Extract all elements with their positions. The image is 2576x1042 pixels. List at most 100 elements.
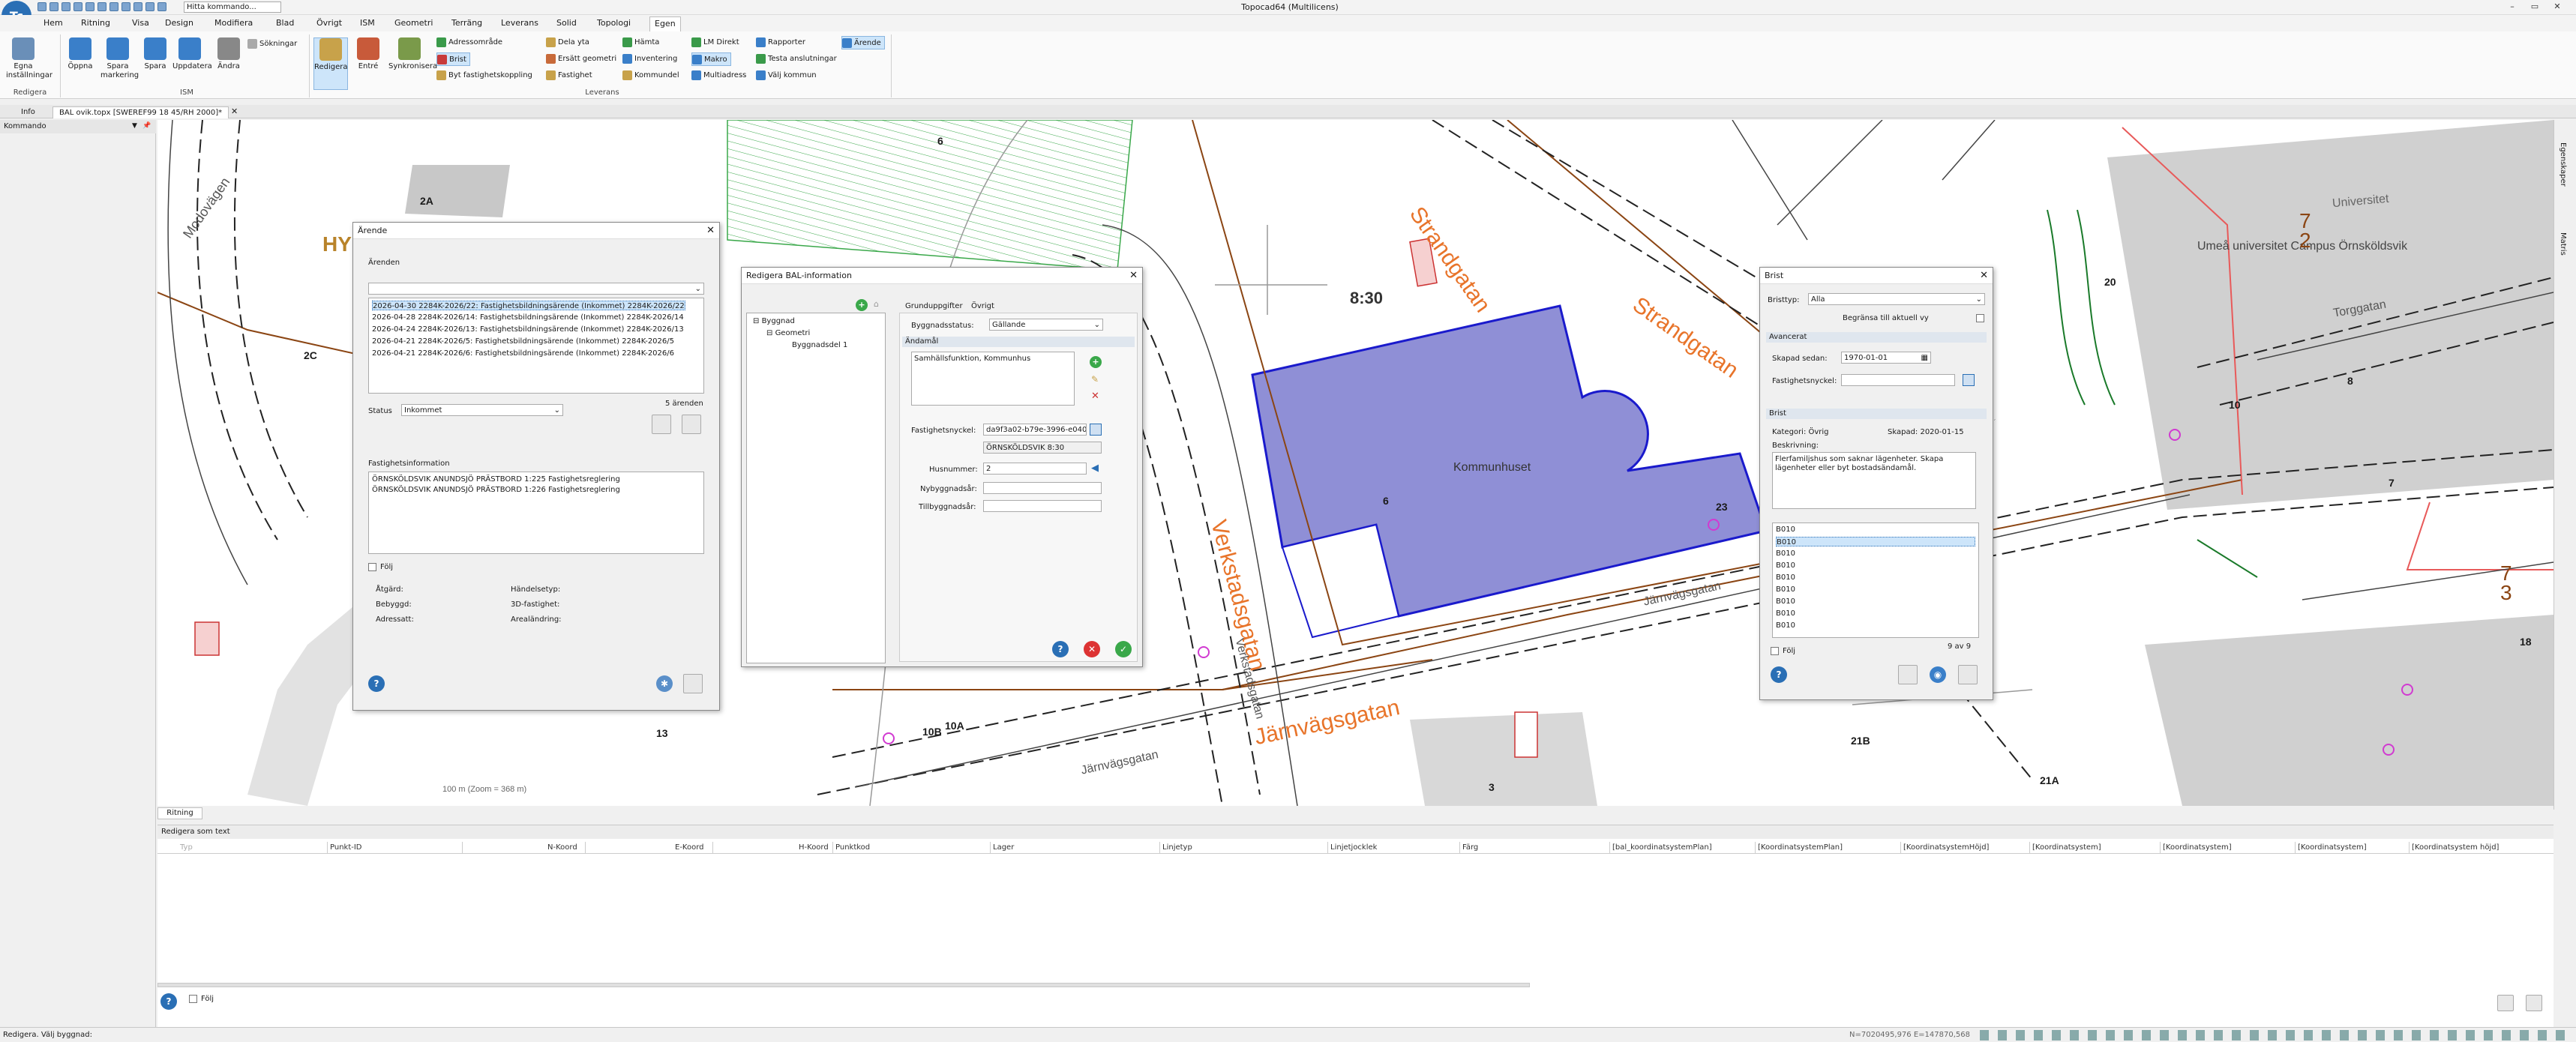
column-header[interactable]: N-Koord — [547, 843, 577, 852]
fastighet-button[interactable]: Fastighet — [546, 69, 592, 82]
menu-terrang[interactable]: Terräng — [451, 18, 482, 28]
help-icon[interactable]: ? — [1052, 641, 1069, 657]
column-header[interactable]: [KoordinatsystemHöjd] — [1903, 843, 1989, 852]
export-icon[interactable] — [2497, 995, 2514, 1011]
pan-icon[interactable] — [121, 2, 130, 11]
tree-item-byggnadsdel[interactable]: Byggnadsdel 1 — [792, 340, 847, 350]
list-item[interactable]: B010 — [1776, 549, 1795, 558]
menu-modifiera[interactable]: Modifiera — [214, 18, 253, 28]
status-select[interactable]: Inkommet ⌄ — [401, 404, 563, 416]
valj-kommun-button[interactable]: Välj kommun — [756, 69, 817, 82]
byt-fastighetskoppling-button[interactable]: Byt fastighetskoppling — [436, 69, 532, 82]
list-item[interactable]: B010 — [1776, 573, 1795, 582]
bal-tree[interactable]: ⊟ Byggnad ⊟ Geometri Byggnadsdel 1 — [746, 313, 886, 663]
lm-direkt-button[interactable]: LM Direkt — [691, 36, 739, 49]
tab-ovrigt[interactable]: Övrigt — [971, 302, 994, 310]
egna-installningar-button[interactable]: Egna inställningar — [6, 37, 52, 90]
list-item[interactable]: 2026-04-24 2284K-2026/13: Fastighetsbild… — [372, 325, 684, 334]
command-search-input[interactable]: Hitta kommando... — [184, 1, 281, 13]
menu-blad[interactable]: Blad — [276, 18, 294, 28]
menu-hem[interactable]: Hem — [43, 18, 63, 28]
redo-icon[interactable] — [97, 2, 106, 11]
column-header[interactable]: E-Koord — [675, 843, 704, 852]
new-icon[interactable] — [37, 2, 46, 11]
adressomrade-button[interactable]: Adressområde — [436, 36, 502, 49]
husnummer-field[interactable]: 2 — [983, 463, 1087, 475]
list-item[interactable]: B010 — [1776, 621, 1795, 630]
download-icon[interactable] — [1898, 665, 1918, 684]
folj-checkbox[interactable] — [1771, 647, 1779, 655]
help-icon[interactable]: ? — [160, 993, 177, 1010]
column-header[interactable]: [Koordinatsystem] — [2298, 843, 2367, 852]
save-icon[interactable] — [682, 415, 701, 434]
dela-yta-button[interactable]: Dela yta — [546, 36, 589, 49]
column-header[interactable]: [Koordinatsystem] — [2163, 843, 2232, 852]
column-header[interactable]: Linjetjocklek — [1330, 843, 1377, 852]
menu-design[interactable]: Design — [165, 18, 193, 28]
save-icon[interactable] — [61, 2, 70, 11]
list-item[interactable]: B010 — [1776, 585, 1795, 594]
cancel-icon[interactable]: ✕ — [1084, 641, 1100, 657]
snap-icon[interactable] — [145, 2, 154, 11]
tab-egenskaper[interactable]: Egenskaper — [2559, 142, 2567, 187]
email-icon[interactable] — [652, 415, 671, 434]
menu-topologi[interactable]: Topologi — [597, 18, 631, 28]
snap-toolbar[interactable] — [1980, 1030, 2565, 1041]
skapad-sedan-field[interactable]: 1970-01-01 ▦ — [1841, 352, 1931, 364]
layer-icon[interactable] — [133, 2, 142, 11]
begransa-checkbox[interactable] — [1976, 314, 1984, 322]
help-icon[interactable] — [157, 2, 166, 11]
column-header[interactable]: Färg — [1462, 843, 1478, 852]
spara-button[interactable]: Spara — [138, 37, 172, 90]
inventering-button[interactable]: Inventering — [622, 52, 677, 66]
fastighet-list[interactable]: ÖRNSKÖLDSVIK ANUNDSJÖ PRÄSTBORD 1:225 Fa… — [368, 472, 704, 554]
beskrivning-field[interactable]: Flerfamiljshus som saknar lägenheter. Sk… — [1772, 452, 1976, 509]
delete-icon[interactable]: ✕ — [1091, 391, 1099, 402]
folj-checkbox[interactable] — [189, 995, 197, 1003]
list-item[interactable]: B010 — [1776, 525, 1795, 534]
maximize-icon[interactable]: ▭ — [2527, 1, 2542, 12]
close-tab-icon[interactable]: ✕ — [231, 106, 238, 116]
kommundel-button[interactable]: Kommundel — [622, 69, 679, 82]
list-item[interactable]: B010 — [1776, 597, 1795, 606]
rapporter-button[interactable]: Rapporter — [756, 36, 805, 49]
column-header[interactable]: Lager — [993, 843, 1014, 852]
list-item[interactable]: B010 — [1776, 537, 1975, 546]
column-header[interactable]: Punkt-ID — [330, 843, 362, 852]
folj-checkbox[interactable] — [368, 563, 376, 571]
andra-button[interactable]: Ändra — [211, 37, 246, 90]
menu-ritning[interactable]: Ritning — [81, 18, 110, 28]
link-icon[interactable]: ⌂ — [874, 299, 886, 311]
column-header[interactable]: Linjetyp — [1162, 843, 1192, 852]
column-header[interactable]: [Koordinatsystem höjd] — [2412, 843, 2499, 852]
fastighetsnyckel-field[interactable]: da9f3a02-b79e-3996-e040 — [983, 424, 1087, 436]
close-icon[interactable]: ✕ — [1129, 270, 1138, 281]
exit-icon[interactable] — [1958, 665, 1978, 684]
arende-filter-select[interactable]: ⌄ — [368, 283, 704, 295]
tab-grunduppgifter[interactable]: Grunduppgifter — [905, 302, 963, 310]
ersatt-geometri-button[interactable]: Ersätt geometri — [546, 52, 616, 66]
fastighetsnyckel-field[interactable] — [1841, 374, 1955, 386]
menu-ism[interactable]: ISM — [360, 18, 375, 28]
exit-icon[interactable] — [683, 674, 703, 693]
column-header[interactable]: [bal_koordinatsystemPlan] — [1612, 843, 1712, 852]
brist-button[interactable]: Brist — [436, 52, 470, 66]
synkronisera-button[interactable]: Synkronisera — [388, 37, 437, 90]
spara-markering-button[interactable]: Spara markering — [100, 37, 139, 90]
redigera-button[interactable]: Redigera — [313, 37, 348, 90]
add-icon[interactable]: + — [1090, 356, 1102, 368]
arrow-left-icon[interactable]: ◀ — [1091, 463, 1099, 474]
tab-matris[interactable]: Matris — [2559, 232, 2567, 256]
globe-icon[interactable]: ◉ — [1930, 666, 1946, 683]
close-icon[interactable]: ✕ — [706, 225, 715, 236]
edit-icon[interactable]: ✎ — [1091, 374, 1099, 385]
sokningar-button[interactable]: Sökningar — [247, 37, 297, 51]
help-icon[interactable]: ? — [1771, 666, 1787, 683]
tree-item-byggnad[interactable]: ⊟ Byggnad — [753, 316, 795, 326]
byggnadsstatus-select[interactable]: Gällande ⌄ — [989, 319, 1103, 331]
menu-geometri[interactable]: Geometri — [394, 18, 433, 28]
column-header[interactable]: Typ — [180, 843, 193, 852]
column-header[interactable]: [Koordinatsystem] — [2032, 843, 2101, 852]
column-header[interactable]: [KoordinatsystemPlan] — [1758, 843, 1843, 852]
uppdatera-button[interactable]: Uppdatera — [172, 37, 212, 90]
